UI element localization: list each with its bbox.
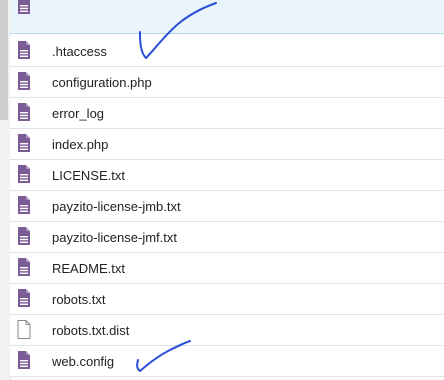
file-row[interactable]: .htaccess — [10, 36, 444, 67]
file-row[interactable]: index.php — [10, 129, 444, 160]
file-row[interactable]: configuration.php — [10, 67, 444, 98]
gutter-scroll-segment[interactable] — [0, 0, 8, 120]
partial-selected-row[interactable] — [10, 0, 444, 34]
file-row[interactable]: LICENSE.txt — [10, 160, 444, 191]
file-name[interactable]: error_log — [52, 98, 104, 129]
file-row[interactable]: robots.txt — [10, 284, 444, 315]
file-name[interactable]: configuration.php — [52, 67, 152, 98]
document-icon — [18, 289, 30, 307]
file-name[interactable]: LICENSE.txt — [52, 160, 125, 191]
document-icon — [18, 134, 30, 152]
file-list: .htaccess configuration.php error_log index… — [10, 0, 444, 380]
file-name[interactable]: payzito-license-jmb.txt — [52, 191, 181, 222]
file-row[interactable]: payzito-license-jmb.txt — [10, 191, 444, 222]
file-name[interactable]: .htaccess — [52, 36, 107, 67]
document-icon — [18, 351, 30, 369]
document-icon — [18, 0, 30, 14]
document-icon — [18, 72, 30, 90]
file-name[interactable]: robots.txt — [52, 284, 105, 315]
document-icon — [18, 196, 30, 214]
file-name[interactable]: README.txt — [52, 253, 125, 284]
file-row[interactable]: robots.txt.dist — [10, 315, 444, 346]
file-name[interactable]: robots.txt.dist — [52, 315, 129, 346]
document-icon — [18, 227, 30, 245]
file-row[interactable]: error_log — [10, 98, 444, 129]
file-name[interactable]: web.config — [52, 346, 114, 377]
file-name[interactable]: index.php — [52, 129, 108, 160]
file-manager-viewport: .htaccess configuration.php error_log index… — [0, 0, 444, 380]
document-icon — [18, 165, 30, 183]
file-row[interactable]: web.config — [10, 346, 444, 377]
document-icon — [18, 258, 30, 276]
file-name[interactable]: payzito-license-jmf.txt — [52, 222, 177, 253]
blank-file-icon — [17, 320, 31, 339]
document-icon — [18, 103, 30, 121]
file-row[interactable]: README.txt — [10, 253, 444, 284]
document-icon — [18, 41, 30, 59]
file-row[interactable]: payzito-license-jmf.txt — [10, 222, 444, 253]
